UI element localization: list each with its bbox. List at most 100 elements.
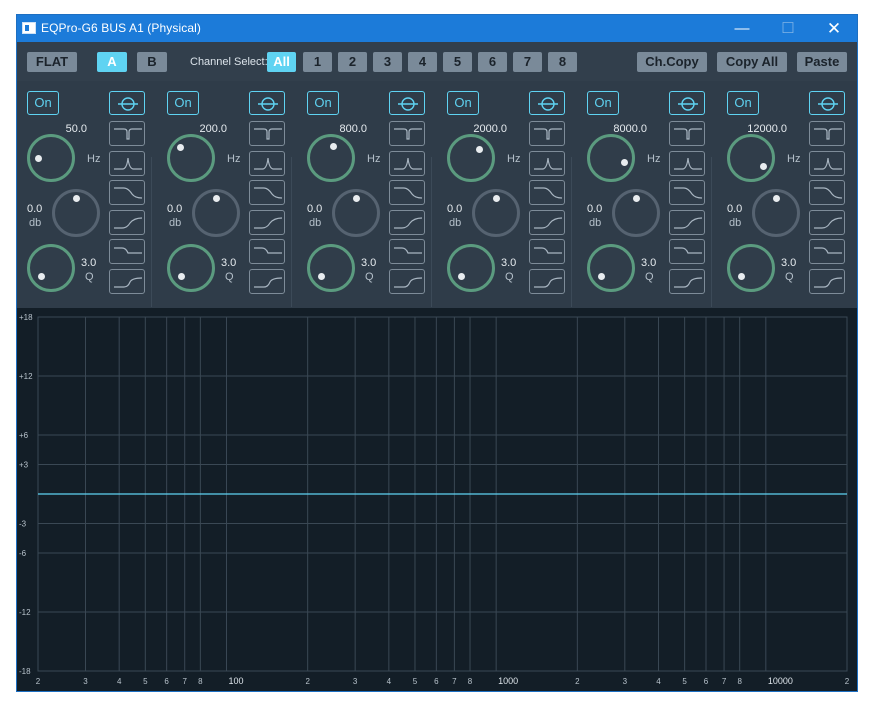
- q-value: 3.0: [221, 257, 237, 269]
- q-knob[interactable]: [727, 244, 775, 292]
- notch-icon[interactable]: [669, 121, 705, 146]
- high-pass-icon[interactable]: [389, 268, 425, 294]
- high-shelf-icon[interactable]: [669, 209, 705, 235]
- channel-5-button[interactable]: 5: [443, 52, 472, 72]
- x-tick-label: 2: [575, 677, 580, 686]
- x-tick-label: 6: [704, 677, 709, 686]
- y-tick-label: +12: [19, 372, 33, 381]
- frequency-knob[interactable]: [447, 134, 495, 182]
- channel-4-button[interactable]: 4: [408, 52, 437, 72]
- high-shelf-icon[interactable]: [389, 209, 425, 235]
- high-shelf-icon[interactable]: [809, 209, 845, 235]
- notch-icon[interactable]: [249, 121, 285, 146]
- band-on-button[interactable]: On: [167, 91, 199, 115]
- q-value: 3.0: [781, 257, 797, 269]
- high-pass-icon[interactable]: [529, 268, 565, 294]
- low-pass-icon[interactable]: [809, 239, 845, 264]
- q-knob[interactable]: [307, 244, 355, 292]
- high-pass-icon[interactable]: [249, 268, 285, 294]
- band-bypass-icon[interactable]: [389, 91, 425, 115]
- frequency-value: 200.0: [199, 123, 227, 135]
- notch-icon[interactable]: [809, 121, 845, 146]
- low-pass-icon[interactable]: [109, 239, 145, 264]
- band-bypass-icon[interactable]: [249, 91, 285, 115]
- low-shelf-icon[interactable]: [529, 180, 565, 205]
- gain-knob[interactable]: [752, 189, 800, 237]
- high-pass-icon[interactable]: [809, 268, 845, 294]
- x-tick-label: 8: [468, 677, 473, 686]
- ch-copy-button[interactable]: Ch.Copy: [637, 52, 707, 72]
- low-shelf-icon[interactable]: [109, 180, 145, 205]
- frequency-knob[interactable]: [727, 134, 775, 182]
- low-pass-icon[interactable]: [529, 239, 565, 264]
- preset-a-button[interactable]: A: [97, 52, 127, 72]
- peak-icon[interactable]: [109, 150, 145, 176]
- high-shelf-icon[interactable]: [249, 209, 285, 235]
- channel-2-button[interactable]: 2: [338, 52, 367, 72]
- preset-b-button[interactable]: B: [137, 52, 167, 72]
- notch-icon[interactable]: [389, 121, 425, 146]
- q-knob[interactable]: [27, 244, 75, 292]
- channel-7-button[interactable]: 7: [513, 52, 542, 72]
- band-on-button[interactable]: On: [587, 91, 619, 115]
- flat-button[interactable]: FLAT: [27, 52, 77, 72]
- frequency-knob[interactable]: [167, 134, 215, 182]
- q-value: 3.0: [501, 257, 517, 269]
- paste-button[interactable]: Paste: [797, 52, 847, 72]
- knob-indicator: [213, 195, 220, 202]
- channel-8-button[interactable]: 8: [548, 52, 577, 72]
- notch-icon[interactable]: [529, 121, 565, 146]
- low-pass-icon[interactable]: [389, 239, 425, 264]
- frequency-knob[interactable]: [587, 134, 635, 182]
- q-knob[interactable]: [447, 244, 495, 292]
- q-unit: Q: [225, 271, 234, 283]
- gain-knob[interactable]: [332, 189, 380, 237]
- gain-value: 0.0: [447, 203, 463, 215]
- q-knob[interactable]: [167, 244, 215, 292]
- channel-3-button[interactable]: 3: [373, 52, 402, 72]
- gain-knob[interactable]: [192, 189, 240, 237]
- high-pass-icon[interactable]: [669, 268, 705, 294]
- high-shelf-icon[interactable]: [529, 209, 565, 235]
- app-icon: [22, 22, 36, 34]
- peak-icon[interactable]: [389, 150, 425, 176]
- low-shelf-icon[interactable]: [809, 180, 845, 205]
- channel-1-button[interactable]: 1: [303, 52, 332, 72]
- q-knob[interactable]: [587, 244, 635, 292]
- band-on-button[interactable]: On: [447, 91, 479, 115]
- copy-all-button[interactable]: Copy All: [717, 52, 787, 72]
- frequency-knob[interactable]: [27, 134, 75, 182]
- minimize-button[interactable]: —: [719, 15, 765, 42]
- x-tick-label: 4: [117, 677, 122, 686]
- knob-indicator: [476, 146, 483, 153]
- low-shelf-icon[interactable]: [249, 180, 285, 205]
- peak-icon[interactable]: [669, 150, 705, 176]
- peak-icon[interactable]: [249, 150, 285, 176]
- peak-icon[interactable]: [809, 150, 845, 176]
- peak-icon[interactable]: [529, 150, 565, 176]
- high-shelf-icon[interactable]: [109, 209, 145, 235]
- channel-all-button[interactable]: All: [267, 52, 296, 72]
- low-pass-icon[interactable]: [669, 239, 705, 264]
- channel-6-button[interactable]: 6: [478, 52, 507, 72]
- high-pass-icon[interactable]: [109, 268, 145, 294]
- band-on-button[interactable]: On: [307, 91, 339, 115]
- band-bypass-icon[interactable]: [669, 91, 705, 115]
- low-shelf-icon[interactable]: [669, 180, 705, 205]
- notch-icon[interactable]: [109, 121, 145, 146]
- band-bypass-icon[interactable]: [109, 91, 145, 115]
- gain-knob[interactable]: [52, 189, 100, 237]
- band-on-button[interactable]: On: [27, 91, 59, 115]
- low-pass-icon[interactable]: [249, 239, 285, 264]
- gain-knob[interactable]: [472, 189, 520, 237]
- close-button[interactable]: ✕: [811, 15, 857, 42]
- gain-knob[interactable]: [612, 189, 660, 237]
- frequency-knob[interactable]: [307, 134, 355, 182]
- q-unit: Q: [365, 271, 374, 283]
- maximize-button[interactable]: ☐: [765, 15, 811, 42]
- band-bypass-icon[interactable]: [529, 91, 565, 115]
- gain-value: 0.0: [167, 203, 183, 215]
- low-shelf-icon[interactable]: [389, 180, 425, 205]
- band-on-button[interactable]: On: [727, 91, 759, 115]
- band-bypass-icon[interactable]: [809, 91, 845, 115]
